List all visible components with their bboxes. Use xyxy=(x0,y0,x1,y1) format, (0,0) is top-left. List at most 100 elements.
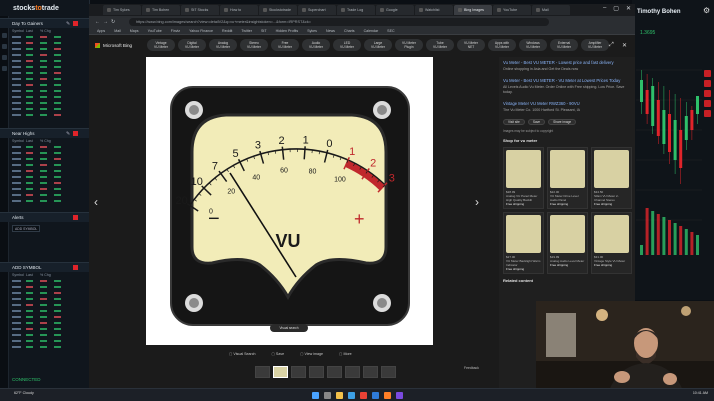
thumbnail[interactable] xyxy=(381,366,396,378)
save-result-button[interactable]: Save xyxy=(527,119,546,125)
table-row[interactable] xyxy=(0,112,90,118)
weather-widget[interactable]: 62°F Cloudy xyxy=(14,391,34,395)
shopping-card[interactable]: $19.99 Analog Audio Level Meter Free shipp… xyxy=(547,212,588,274)
product-image[interactable] xyxy=(594,215,629,253)
chart-btn[interactable] xyxy=(704,80,711,87)
related-search-chip[interactable]: Amplifier VU Meter xyxy=(581,39,609,51)
browser-tab[interactable]: Stockstotrade xyxy=(259,5,297,15)
thumbnail[interactable] xyxy=(363,366,378,378)
bookmark-item[interactable]: SEC xyxy=(387,29,394,33)
bookmark-item[interactable]: Sykes xyxy=(307,29,317,33)
bookmark-item[interactable]: Calendar xyxy=(364,29,379,33)
related-search-chip[interactable]: VU Meter NET xyxy=(457,39,485,51)
browser-tab[interactable]: Bing Images xyxy=(454,5,492,15)
reload-icon[interactable]: ↻ xyxy=(111,19,119,25)
browser-tab[interactable]: Watchlist xyxy=(415,5,453,15)
product-image[interactable] xyxy=(506,150,541,188)
result-title[interactable]: Vu Meter - Best VU METER - VU Meter at L… xyxy=(503,78,631,83)
result-title[interactable]: Vintage Meter VU Meter RWZ360 - 90VU xyxy=(503,101,631,106)
more-button[interactable]: More xyxy=(339,352,351,356)
browser-tab[interactable]: YouTube xyxy=(493,5,531,15)
bookmark-item[interactable]: YouTube xyxy=(148,29,162,33)
browser-tab[interactable]: How to xyxy=(220,5,258,15)
video-app-icon[interactable] xyxy=(395,391,403,399)
related-search-chip[interactable]: External VU Meter xyxy=(550,39,578,51)
share-image-button[interactable]: Share image xyxy=(548,119,577,125)
visual-search-button[interactable]: Visual Search xyxy=(229,352,255,356)
image-source-result[interactable]: Vu Meter - Best VU METER - Lowest price … xyxy=(499,57,635,75)
bookmark-item[interactable]: Mail xyxy=(114,29,121,33)
related-search-chip[interactable]: Audio VU Meter xyxy=(302,39,330,51)
bookmark-item[interactable]: Yahoo Finance xyxy=(189,29,213,33)
shopping-card[interactable]: $34.50 Sifam VU Meter 2-Channel Stereo Fre… xyxy=(591,147,632,209)
add-symbol-input[interactable]: ADD SYMBOL xyxy=(12,265,42,270)
thumbnail[interactable] xyxy=(291,366,306,378)
chrome-icon[interactable] xyxy=(359,391,367,399)
next-image-icon[interactable]: › xyxy=(475,195,479,209)
save-button[interactable]: Save xyxy=(272,352,284,356)
gear-icon[interactable]: ⚙ xyxy=(703,7,711,15)
bookmark-item[interactable]: Charts xyxy=(344,29,355,33)
browser-tab[interactable]: StT Stocks xyxy=(181,5,219,15)
related-search-chip[interactable]: Apps with VU Meter xyxy=(488,39,516,51)
related-search-chip[interactable]: Digital VU Meter xyxy=(178,39,206,51)
related-search-chip[interactable]: Windows VU Meter xyxy=(519,39,547,51)
related-search-chip[interactable]: Large VU Meter xyxy=(364,39,392,51)
close-viewer-icon[interactable]: ✕ xyxy=(622,42,627,49)
product-image[interactable] xyxy=(506,215,541,253)
visual-search-pill[interactable]: Visual search xyxy=(270,324,308,332)
candlestick-chart[interactable] xyxy=(636,40,702,260)
wrench-icon[interactable]: ✎ xyxy=(66,131,70,137)
browser-tab[interactable]: Superchart xyxy=(298,5,336,15)
close-icon[interactable]: ✕ xyxy=(626,5,631,12)
maximize-icon[interactable]: ▢ xyxy=(613,5,619,12)
bookmark-item[interactable]: StT xyxy=(261,29,267,33)
back-icon[interactable]: ← xyxy=(95,19,103,25)
shopping-card[interactable]: $31.00 Vintage Style VU Meter Free shippin… xyxy=(591,212,632,274)
related-search-chip[interactable]: Tube VU Meter xyxy=(426,39,454,51)
browser-tab[interactable]: Trade Log xyxy=(337,5,375,15)
thumbnail[interactable] xyxy=(345,366,360,378)
product-image[interactable] xyxy=(550,150,585,188)
search-icon[interactable] xyxy=(323,391,331,399)
shopping-card[interactable]: $28.99 Analog VU Panel Meter High Quality… xyxy=(503,147,544,209)
result-title[interactable]: Vu Meter - Best VU METER - Lowest price … xyxy=(503,60,631,65)
view-image-button[interactable]: View image xyxy=(300,352,324,356)
prev-image-icon[interactable]: ‹ xyxy=(94,195,98,209)
thumbnail[interactable] xyxy=(255,366,270,378)
chart-btn[interactable] xyxy=(704,100,711,107)
chart-btn[interactable] xyxy=(704,110,711,117)
forward-icon[interactable]: → xyxy=(103,19,111,25)
product-image[interactable] xyxy=(594,150,629,188)
bookmark-item[interactable]: News xyxy=(326,29,335,33)
product-image[interactable] xyxy=(550,215,585,253)
thumbnail-selected[interactable] xyxy=(273,366,288,378)
bing-logo[interactable]: Microsoft Bing xyxy=(95,42,147,48)
url-input[interactable]: https://www.bing.com/images/search?view=… xyxy=(129,17,549,26)
chart-btn[interactable] xyxy=(704,90,711,97)
shopping-card[interactable]: $27.00 VU Meter Backlight Warm Indicator F… xyxy=(503,212,544,274)
thumbnail[interactable] xyxy=(309,366,324,378)
browser-icon[interactable] xyxy=(347,391,355,399)
related-search-chip[interactable]: Free VU Meter xyxy=(271,39,299,51)
bookmark-item[interactable]: Reddit xyxy=(222,29,232,33)
link-color-icon[interactable] xyxy=(73,215,78,220)
related-search-chip[interactable]: LED VU Meter xyxy=(333,39,361,51)
table-row[interactable] xyxy=(0,344,90,350)
image-source-result[interactable]: Vu Meter - Best VU METER - VU Meter at L… xyxy=(499,75,635,98)
mail-icon[interactable] xyxy=(371,391,379,399)
related-search-chip[interactable]: VU Meter Plugin xyxy=(395,39,423,51)
related-search-chip[interactable]: Stereo VU Meter xyxy=(240,39,268,51)
trading-app-icon[interactable] xyxy=(383,391,391,399)
link-color-icon[interactable] xyxy=(73,265,78,270)
shopping-card[interactable]: $22.00 VU Meter Drive Level Audio Panel Fr… xyxy=(547,147,588,209)
main-image[interactable]: 20 10 7 5 3 2 1 0 1 2 3 0 20 40 60 80 100 VU − + Visual … xyxy=(146,57,433,345)
chart-btn[interactable] xyxy=(704,70,711,77)
feedback-link[interactable]: Feedback xyxy=(464,366,479,370)
expand-icon[interactable]: ⤢ xyxy=(609,42,614,49)
bookmark-item[interactable]: Maps xyxy=(130,29,139,33)
related-search-chip[interactable]: Vintage VU Meter xyxy=(147,39,175,51)
browser-tab[interactable]: Mail xyxy=(532,5,570,15)
bookmark-item[interactable]: Hidden Profits xyxy=(276,29,299,33)
table-row[interactable] xyxy=(0,198,90,204)
